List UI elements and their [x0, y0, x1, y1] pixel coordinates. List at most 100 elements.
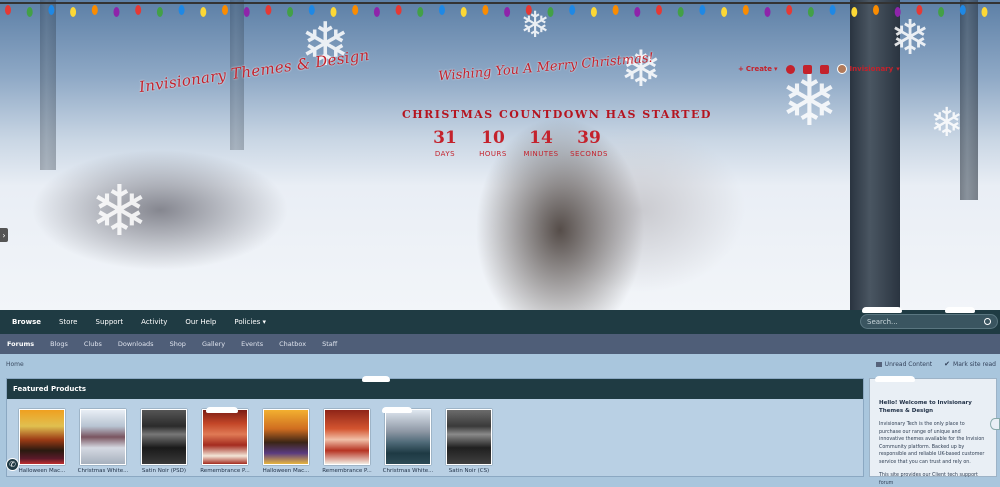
- light-bulb-icon: [200, 7, 207, 17]
- light-bulb-icon: [742, 5, 749, 15]
- notifications-bell-icon[interactable]: [785, 64, 795, 74]
- hero-banner: ❄ ❄ ❄ ❄ ❄ ❄ ❄ Invisionary Themes & Desig…: [0, 0, 1000, 310]
- light-bulb-icon: [569, 5, 576, 15]
- product-card[interactable]: Halloween Mac...: [19, 409, 65, 474]
- light-bulb-icon: [439, 5, 445, 15]
- product-card[interactable]: Christmas White...: [78, 409, 128, 474]
- product-name[interactable]: Halloween Mac...: [258, 468, 314, 474]
- page-actions: Unread Content ✔ Mark site read: [875, 360, 996, 368]
- light-bulb-icon: [91, 5, 98, 15]
- product-card[interactable]: Halloween Mac...: [263, 409, 309, 474]
- product-thumbnail[interactable]: [263, 409, 309, 465]
- product-name[interactable]: Remembrance P...: [319, 468, 375, 474]
- welcome-text-more: This site provides our Client tech suppo…: [879, 473, 978, 486]
- reports-flag-icon[interactable]: [819, 64, 829, 74]
- light-bulb-icon: [70, 7, 77, 17]
- light-bulb-icon: [460, 7, 467, 17]
- nav-browse[interactable]: Browse: [12, 318, 41, 326]
- subnav-gallery[interactable]: Gallery: [202, 340, 225, 348]
- countdown-days: 31 DAYS: [430, 128, 460, 158]
- nav-support[interactable]: Support: [96, 318, 124, 326]
- light-bulb-icon: [721, 7, 728, 17]
- user-bar: + Create ▾ Invisionary ▾: [738, 64, 900, 74]
- countdown-hours: 10 HOURS: [478, 128, 508, 158]
- snowflake-icon: ❄: [620, 40, 662, 98]
- subnav-blogs[interactable]: Blogs: [50, 340, 68, 348]
- product-name[interactable]: Satin Noir (CS): [441, 468, 497, 474]
- light-bulb-icon: [5, 5, 11, 15]
- countdown-value: 10: [481, 128, 505, 148]
- countdown: 31 DAYS 10 HOURS 14 MINUTES 39 SECONDS: [430, 128, 607, 158]
- secondary-nav: Forums Blogs Clubs Downloads Shop Galler…: [0, 334, 1000, 354]
- product-name[interactable]: Christmas White...: [380, 468, 436, 474]
- product-thumbnail[interactable]: [202, 409, 248, 465]
- create-menu[interactable]: + Create ▾: [738, 65, 778, 73]
- product-thumbnail[interactable]: [324, 409, 370, 465]
- side-panel-toggle-button[interactable]: ›: [0, 228, 8, 242]
- search-input[interactable]: [867, 317, 977, 326]
- accessibility-button[interactable]: ✆: [6, 458, 19, 471]
- plus-icon: +: [738, 65, 744, 73]
- product-thumbnail[interactable]: [19, 409, 65, 465]
- lights-wire: [0, 2, 1000, 4]
- nav-activity[interactable]: Activity: [141, 318, 167, 326]
- light-bulb-icon: [656, 5, 662, 15]
- light-bulb-icon: [135, 5, 142, 15]
- product-thumbnail[interactable]: [80, 409, 126, 465]
- snow-cap: [945, 307, 975, 313]
- light-bulb-icon: [243, 7, 250, 17]
- tree-trunk: [40, 0, 56, 170]
- product-name[interactable]: Satin Noir (PSD): [136, 468, 192, 474]
- product-name[interactable]: Halloween Mac...: [14, 468, 70, 474]
- product-card[interactable]: Remembrance P...: [200, 409, 250, 474]
- countdown-value: 31: [433, 128, 457, 148]
- user-menu[interactable]: Invisionary ▾: [836, 64, 900, 74]
- main-content: Home Unread Content ✔ Mark site read Fea…: [0, 354, 1000, 486]
- search-box[interactable]: [860, 314, 998, 329]
- light-bulb-icon: [590, 7, 597, 17]
- countdown-value: 14: [529, 128, 553, 148]
- light-bulb-icon: [417, 7, 424, 17]
- subnav-clubs[interactable]: Clubs: [84, 340, 102, 348]
- light-bulb-icon: [156, 7, 163, 17]
- breadcrumb[interactable]: Home: [6, 361, 24, 368]
- light-bulb-icon: [699, 5, 706, 15]
- snow-cap: [362, 376, 390, 382]
- product-card[interactable]: Satin Noir (CS): [446, 409, 492, 474]
- product-thumbnail[interactable]: [446, 409, 492, 465]
- messages-envelope-icon[interactable]: [802, 64, 812, 74]
- check-icon: ✔: [944, 360, 951, 368]
- mark-site-read-link[interactable]: ✔ Mark site read: [944, 360, 996, 368]
- subnav-shop[interactable]: Shop: [170, 340, 186, 348]
- subnav-staff[interactable]: Staff: [322, 340, 337, 348]
- light-bulb-icon: [504, 7, 511, 17]
- unread-label: Unread Content: [884, 360, 933, 368]
- product-name[interactable]: Remembrance P...: [197, 468, 253, 474]
- nav-policies-label: Policies: [234, 318, 261, 326]
- product-card[interactable]: Satin Noir (PSD): [141, 409, 187, 474]
- subnav-downloads[interactable]: Downloads: [118, 340, 154, 348]
- scroll-handle[interactable]: [990, 418, 1000, 430]
- subnav-chatbox[interactable]: Chatbox: [279, 340, 306, 348]
- nav-our-help[interactable]: Our Help: [185, 318, 216, 326]
- light-bulb-icon: [287, 7, 294, 17]
- light-bulb-icon: [959, 5, 966, 15]
- chevron-down-icon: ▾: [896, 65, 900, 73]
- light-bulb-icon: [373, 7, 380, 17]
- unread-content-link[interactable]: Unread Content: [875, 360, 933, 368]
- subnav-events[interactable]: Events: [241, 340, 263, 348]
- product-card[interactable]: Remembrance P...: [322, 409, 372, 474]
- light-bulb-icon: [677, 7, 684, 17]
- create-label: Create: [745, 65, 773, 73]
- chevron-down-icon: ▾: [262, 318, 267, 326]
- product-thumbnail[interactable]: [385, 409, 431, 465]
- nav-policies[interactable]: Policies ▾: [234, 318, 266, 326]
- search-icon[interactable]: [984, 318, 991, 325]
- product-name[interactable]: Christmas White...: [75, 468, 131, 474]
- countdown-value: 39: [577, 128, 601, 148]
- christmas-lights: [0, 0, 1000, 20]
- nav-store[interactable]: Store: [59, 318, 78, 326]
- product-card[interactable]: Christmas White...: [383, 409, 433, 474]
- subnav-forums[interactable]: Forums: [7, 340, 34, 348]
- product-thumbnail[interactable]: [141, 409, 187, 465]
